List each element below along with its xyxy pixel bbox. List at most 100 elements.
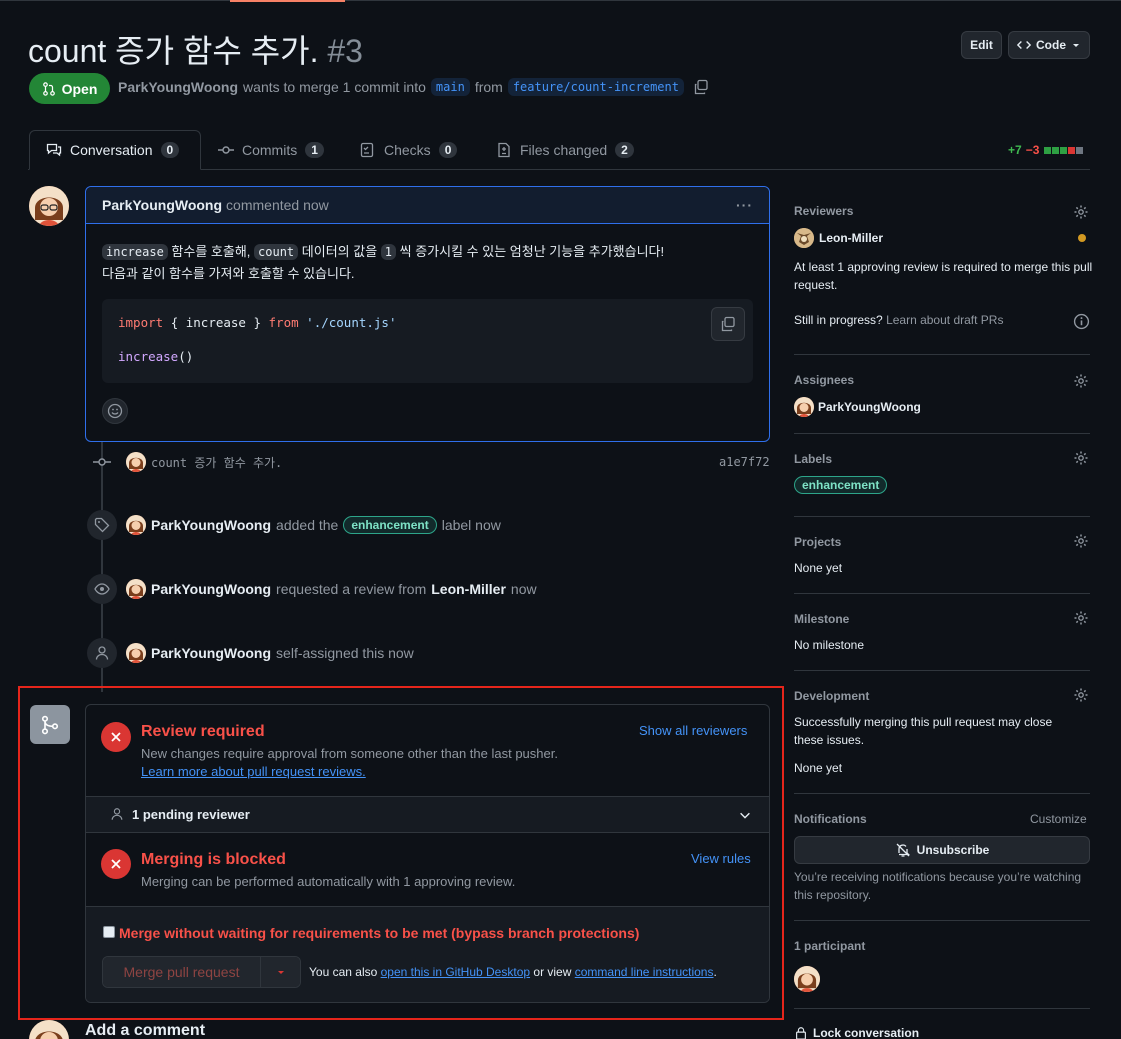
tab-conversation[interactable]: Conversation 0 — [29, 130, 201, 170]
edit-button[interactable]: Edit — [961, 31, 1002, 59]
avatar[interactable] — [126, 515, 146, 535]
tab-commits[interactable]: Commits 1 — [218, 130, 324, 170]
commit-sha[interactable]: a1e7f72 — [719, 455, 770, 469]
active-nav-indicator — [230, 0, 345, 2]
unsubscribe-label: Unsubscribe — [916, 843, 990, 857]
state-label: Open — [61, 80, 98, 97]
comment-line-1: increase 함수를 호출해, count 데이터의 값을 1 씩 증가시킬… — [102, 241, 664, 263]
gear-icon[interactable] — [1073, 373, 1089, 389]
enhancement-label[interactable]: enhancement — [343, 516, 437, 534]
tab-count: 1 — [305, 142, 324, 158]
tab-label: Files changed — [520, 142, 608, 158]
base-branch[interactable]: main — [430, 78, 470, 96]
draft-prs-link[interactable]: Learn about draft PRs — [886, 313, 1003, 327]
gear-icon[interactable] — [1073, 204, 1089, 220]
page-title: count 증가 함수 추가. #3 — [28, 26, 363, 72]
smiley-icon — [107, 403, 123, 419]
code-block: import { increase } from './count.js' in… — [102, 299, 753, 383]
avatar[interactable] — [126, 579, 146, 599]
tab-count: 0 — [438, 142, 458, 158]
lock-conversation-link[interactable]: Lock conversation — [794, 1026, 919, 1039]
copy-code-button[interactable] — [711, 307, 745, 341]
participant-avatar[interactable] — [794, 966, 820, 992]
event-text: label now — [441, 517, 501, 533]
gear-icon[interactable] — [1073, 533, 1089, 549]
labels-heading[interactable]: Labels — [794, 452, 832, 466]
inline-code: 1 — [380, 244, 397, 260]
comment-box: ParkYoungWoong commented now ··· increas… — [85, 186, 770, 442]
participants-heading: 1 participant — [794, 939, 866, 953]
pr-number: #3 — [327, 33, 363, 69]
progress-question: Still in progress? — [794, 313, 883, 327]
event-text: now — [510, 581, 537, 597]
event-author[interactable]: ParkYoungWoong — [151, 581, 271, 597]
top-border — [0, 0, 1121, 1]
projects-heading[interactable]: Projects — [794, 535, 841, 549]
comment-action: commented now — [226, 197, 329, 213]
avatar-image — [29, 1020, 69, 1039]
diff-block — [1076, 147, 1084, 154]
avatar[interactable] — [126, 452, 146, 472]
sidebar-divider — [794, 433, 1090, 434]
notifications-note: You’re receiving notifications because y… — [794, 870, 1082, 902]
event-author[interactable]: ParkYoungWoong — [151, 517, 271, 533]
code-token: import — [118, 315, 164, 330]
avatar-image — [126, 579, 146, 599]
checklist-icon — [360, 142, 374, 158]
lock-icon — [796, 1027, 806, 1039]
milestone-heading[interactable]: Milestone — [794, 612, 849, 626]
reviewers-heading[interactable]: Reviewers — [794, 204, 853, 218]
tab-files-changed[interactable]: Files changed 2 — [496, 130, 634, 170]
enhancement-label[interactable]: enhancement — [794, 476, 888, 494]
avatar — [794, 228, 814, 248]
commit-message[interactable]: count 증가 함수 추가. — [151, 454, 282, 471]
code-icon — [1017, 41, 1031, 49]
add-reaction-button[interactable] — [102, 398, 128, 424]
head-branch[interactable]: feature/count-increment — [507, 78, 684, 96]
pending-review-dot — [1078, 234, 1086, 242]
sidebar-divider — [794, 354, 1090, 355]
gear-icon[interactable] — [1073, 687, 1089, 703]
comment-author[interactable]: ParkYoungWoong — [102, 197, 222, 213]
timeline-event-label: ParkYoungWoong added the enhancement lab… — [126, 515, 501, 535]
gear-icon[interactable] — [1073, 450, 1089, 466]
more-options-button[interactable]: ··· — [736, 197, 753, 213]
avatar[interactable] — [29, 1020, 69, 1039]
customize-link[interactable]: Customize — [1030, 812, 1087, 826]
event-text: requested a review from — [276, 581, 427, 597]
diff-block — [1044, 147, 1052, 154]
file-diff-icon — [498, 142, 510, 158]
avatar[interactable] — [29, 186, 69, 226]
avatar — [794, 397, 814, 417]
event-author[interactable]: ParkYoungWoong — [151, 645, 271, 661]
commit-node-icon — [93, 454, 111, 473]
info-icon[interactable] — [1073, 313, 1090, 330]
bell-slash-icon — [896, 843, 910, 857]
code-line-1: import { increase } from './count.js' — [118, 315, 396, 330]
development-heading[interactable]: Development — [794, 689, 869, 703]
code-token: { increase } — [170, 315, 261, 330]
avatar-image — [794, 966, 820, 992]
diff-block — [1068, 147, 1076, 154]
unsubscribe-button[interactable]: Unsubscribe — [794, 836, 1090, 864]
avatar[interactable] — [126, 643, 146, 663]
assignee-row[interactable]: ParkYoungWoong — [794, 397, 921, 417]
person-icon — [95, 646, 109, 660]
event-target[interactable]: Leon-Miller — [431, 581, 506, 597]
assignees-heading[interactable]: Assignees — [794, 373, 854, 387]
diff-block — [1052, 147, 1060, 154]
reviewer-row[interactable]: Leon-Miller — [794, 228, 883, 248]
copy-icon — [721, 316, 735, 332]
code-token: './count.js' — [306, 315, 397, 330]
comment-text: 데이터의 값을 — [301, 244, 378, 259]
gear-icon[interactable] — [1073, 610, 1089, 626]
copy-icon[interactable] — [693, 79, 709, 95]
state-badge: Open — [29, 73, 110, 104]
review-event-icon — [87, 574, 117, 604]
author-link[interactable]: ParkYoungWoong — [118, 79, 238, 95]
code-button-label: Code — [1036, 38, 1066, 52]
comment-line-2: 다음과 같이 함수를 가져와 호출할 수 있습니다. — [102, 266, 355, 281]
code-button[interactable]: Code — [1008, 31, 1090, 59]
tab-checks[interactable]: Checks 0 — [360, 130, 458, 170]
chevron-down-icon — [1073, 44, 1079, 47]
